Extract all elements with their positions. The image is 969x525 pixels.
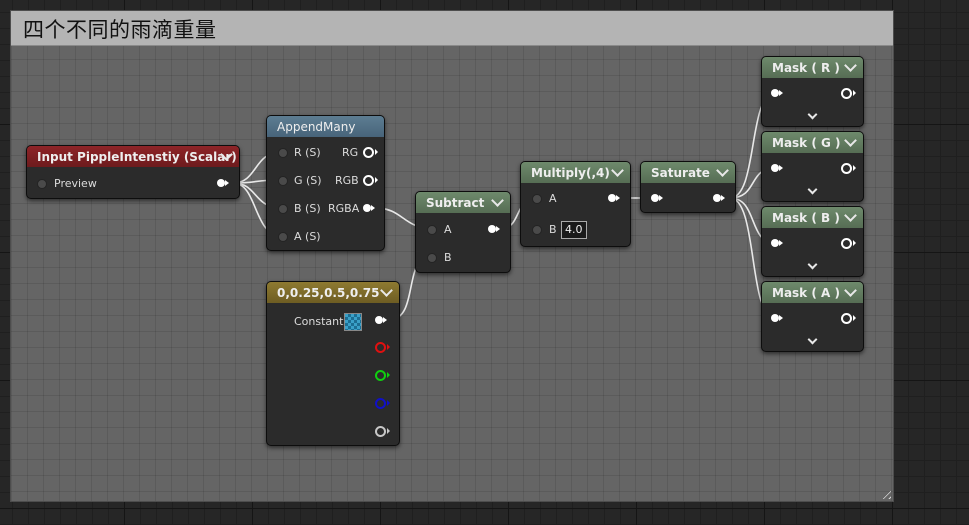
saturate-node-header[interactable]: Saturate [641, 162, 735, 183]
subtract-a-label: A [444, 223, 452, 236]
alpha-channel-pin[interactable] [375, 426, 390, 437]
mask-g-output-pin[interactable] [841, 163, 856, 174]
b-input-label: B (S) [294, 202, 321, 215]
mask-g-node[interactable]: Mask ( G ) [761, 131, 864, 202]
r-input-label: R (S) [294, 146, 321, 159]
subtract-b-pin[interactable] [427, 253, 437, 263]
multiply-node-title: Multiply(,4) [531, 165, 610, 180]
mask-a-output-pin[interactable] [841, 313, 856, 324]
chevron-down-icon[interactable] [844, 134, 857, 147]
mask-r-node[interactable]: Mask ( R ) [761, 56, 864, 127]
g-input-label: G (S) [294, 174, 322, 187]
resize-grip-icon[interactable] [879, 487, 891, 499]
chevron-down-icon[interactable] [716, 164, 729, 177]
append-many-title: AppendMany [277, 119, 356, 134]
multiply-a-pin[interactable] [532, 194, 542, 204]
color-swatch[interactable] [344, 313, 362, 331]
chevron-down-icon[interactable] [611, 164, 624, 177]
multiply-b-value-field[interactable]: 4.0 [561, 221, 587, 239]
rgba-output-pin[interactable] [363, 204, 375, 212]
chevron-down-icon[interactable] [380, 284, 393, 297]
mask-r-output-pin[interactable] [841, 88, 856, 99]
constant-label: Constant [294, 315, 344, 328]
chevron-down-icon[interactable] [807, 259, 818, 270]
mask-a-header[interactable]: Mask ( A ) [762, 282, 863, 303]
mask-b-input-pin[interactable] [771, 239, 783, 247]
mask-b-title: Mask ( B ) [772, 210, 840, 225]
subtract-a-pin[interactable] [427, 225, 437, 235]
constant-output-pin[interactable] [375, 316, 387, 324]
mask-b-header[interactable]: Mask ( B ) [762, 207, 863, 228]
subtract-b-label: B [444, 251, 452, 264]
chevron-down-icon[interactable] [844, 209, 857, 222]
chevron-down-icon[interactable] [844, 59, 857, 72]
green-channel-pin[interactable] [375, 370, 390, 381]
rg-output-label: RG [342, 146, 359, 159]
rgba-output-label: RGBA [328, 202, 360, 215]
input-node[interactable]: Input PippleIntenstiy (Scalar) Preview [26, 145, 240, 199]
b-input-pin[interactable] [278, 204, 288, 214]
append-many-node[interactable]: AppendMany R (S) G (S) B (S) A (S) RG RG… [266, 115, 385, 251]
chevron-down-icon[interactable] [491, 194, 504, 207]
chevron-down-icon[interactable] [807, 109, 818, 120]
subtract-node-title: Subtract [426, 195, 485, 210]
multiply-output-pin[interactable] [608, 194, 620, 202]
red-channel-pin[interactable] [375, 342, 390, 353]
g-input-pin[interactable] [278, 176, 288, 186]
multiply-node-header[interactable]: Multiply(,4) [521, 162, 630, 183]
comment-title: 四个不同的雨滴重量 [23, 18, 217, 42]
mask-a-title: Mask ( A ) [772, 285, 840, 300]
mask-g-input-pin[interactable] [771, 164, 783, 172]
saturate-node[interactable]: Saturate [640, 161, 736, 213]
preview-label: Preview [54, 177, 97, 190]
multiply-node[interactable]: Multiply(,4) A B 4.0 [520, 161, 631, 247]
mask-a-input-pin[interactable] [771, 314, 783, 322]
r-input-pin[interactable] [278, 148, 288, 158]
mask-b-node[interactable]: Mask ( B ) [761, 206, 864, 277]
subtract-output-pin[interactable] [488, 225, 500, 233]
rgb-output-pin[interactable] [363, 175, 378, 186]
mask-r-title: Mask ( R ) [772, 60, 840, 75]
preview-output-pin[interactable] [217, 179, 229, 187]
mask-g-header[interactable]: Mask ( G ) [762, 132, 863, 153]
multiply-b-label: B [549, 223, 557, 236]
constant-node[interactable]: 0,0.25,0.5,0.75 Constant [266, 281, 400, 446]
input-node-header[interactable]: Input PippleIntenstiy (Scalar) [27, 146, 239, 167]
append-many-header[interactable]: AppendMany [267, 116, 384, 137]
a-input-label: A (S) [294, 230, 321, 243]
input-node-title: Input PippleIntenstiy (Scalar) [37, 149, 237, 164]
preview-input-pin[interactable] [37, 179, 47, 189]
subtract-node[interactable]: Subtract A B [415, 191, 511, 273]
comment-header[interactable]: 四个不同的雨滴重量 [11, 11, 893, 46]
chevron-down-icon[interactable] [807, 334, 818, 345]
mask-a-node[interactable]: Mask ( A ) [761, 281, 864, 352]
saturate-input-pin[interactable] [651, 194, 663, 202]
mask-b-output-pin[interactable] [841, 238, 856, 249]
blue-channel-pin[interactable] [375, 398, 390, 409]
subtract-node-header[interactable]: Subtract [416, 192, 510, 213]
mask-r-header[interactable]: Mask ( R ) [762, 57, 863, 78]
chevron-down-icon[interactable] [807, 184, 818, 195]
multiply-b-pin[interactable] [532, 225, 542, 235]
rg-output-pin[interactable] [363, 147, 378, 158]
mask-r-input-pin[interactable] [771, 89, 783, 97]
a-input-pin[interactable] [278, 232, 288, 242]
mask-g-title: Mask ( G ) [772, 135, 841, 150]
constant-node-header[interactable]: 0,0.25,0.5,0.75 [267, 282, 399, 303]
chevron-down-icon[interactable] [844, 284, 857, 297]
saturate-node-title: Saturate [651, 165, 710, 180]
saturate-output-pin[interactable] [713, 194, 725, 202]
rgb-output-label: RGB [335, 174, 359, 187]
multiply-a-label: A [549, 192, 557, 205]
constant-node-title: 0,0.25,0.5,0.75 [277, 285, 380, 300]
